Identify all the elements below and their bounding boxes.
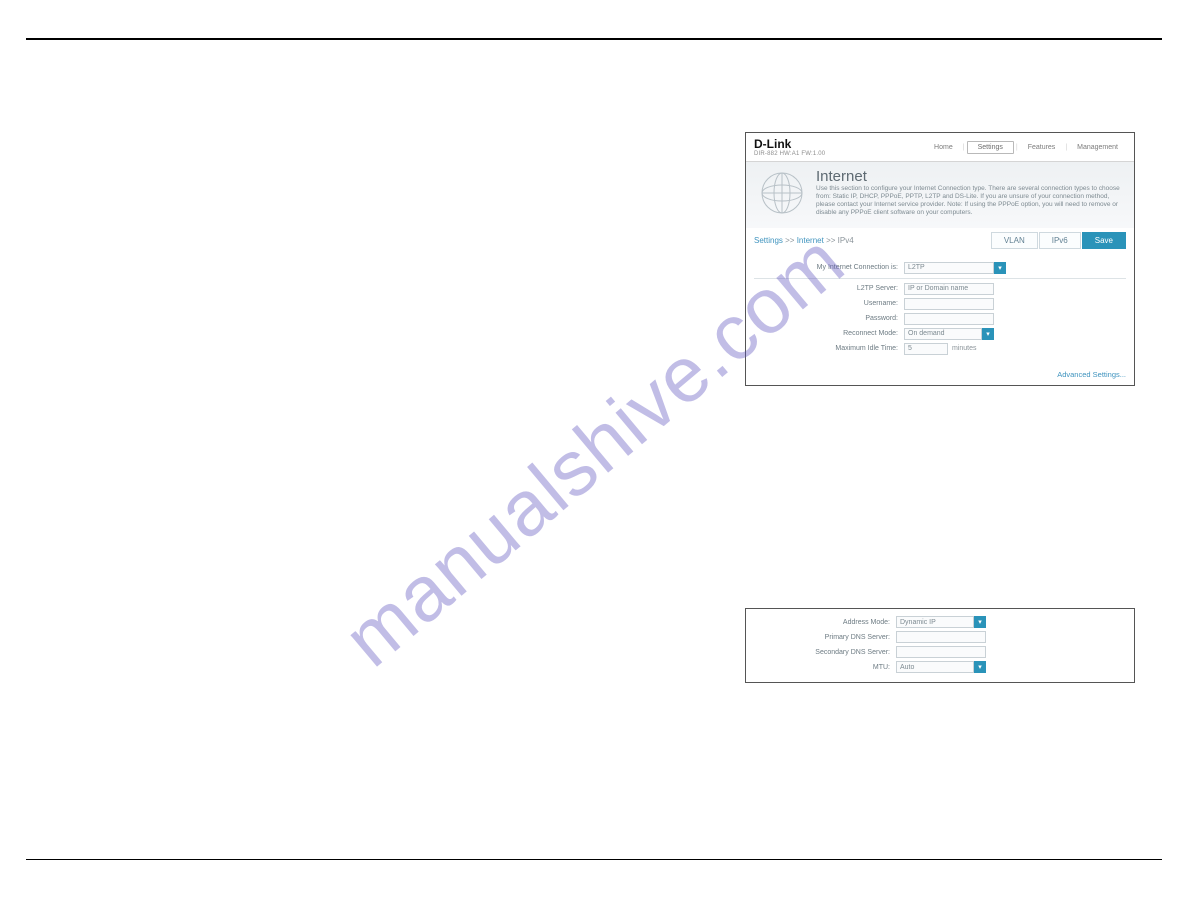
l2tp-server-label: L2TP Server: [754,285,904,292]
brand-logo: D-Link [754,137,825,151]
globe-icon [754,168,810,218]
divider [754,278,1126,279]
firmware-text: DIR-882 HW:A1 FW:1.00 [754,151,825,157]
chevron-down-icon: ▾ [994,262,1006,274]
reconnect-label: Reconnect Mode: [754,330,904,337]
primary-dns-input[interactable] [896,631,986,643]
hero-description: Use this section to configure your Inter… [816,185,1126,218]
connection-value: L2TP [904,262,994,274]
hero: Internet Use this section to configure y… [746,162,1134,228]
address-mode-label: Address Mode: [746,619,896,626]
vlan-button[interactable]: VLAN [991,232,1038,249]
ipv6-button[interactable]: IPv6 [1039,232,1081,249]
advanced-settings-screenshot: Address Mode: Dynamic IP ▾ Primary DNS S… [745,608,1135,683]
nav-settings[interactable]: Settings [967,141,1014,154]
router-header: D-Link DIR-882 HW:A1 FW:1.00 Home | Sett… [746,133,1134,162]
l2tp-server-input[interactable]: IP or Domain name [904,283,994,295]
hero-title: Internet [816,168,1126,185]
nav-sep: | [961,144,967,151]
mtu-value: Auto [896,661,974,673]
chevron-down-icon: ▾ [974,661,986,673]
reconnect-select[interactable]: On demand ▾ [904,328,994,340]
crumb-settings[interactable]: Settings [754,236,783,245]
mtu-select[interactable]: Auto ▾ [896,661,986,673]
password-input[interactable] [904,313,994,325]
username-input[interactable] [904,298,994,310]
router-settings-screenshot: D-Link DIR-882 HW:A1 FW:1.00 Home | Sett… [745,132,1135,386]
secondary-dns-input[interactable] [896,646,986,658]
bottom-rule [26,859,1162,860]
address-mode-value: Dynamic IP [896,616,974,628]
connection-select[interactable]: L2TP ▾ [904,262,1006,274]
address-mode-select[interactable]: Dynamic IP ▾ [896,616,986,628]
nav-home[interactable]: Home [926,142,961,153]
reconnect-value: On demand [904,328,982,340]
nav-features[interactable]: Features [1020,142,1064,153]
chevron-down-icon: ▾ [974,616,986,628]
advanced-settings-link[interactable]: Advanced Settings... [746,366,1134,385]
primary-dns-label: Primary DNS Server: [746,634,896,641]
crumb-ipv4: IPv4 [838,236,854,245]
mtu-label: MTU: [746,664,896,671]
top-nav: Home | Settings | Features | Management [926,141,1126,154]
top-rule [26,38,1162,40]
crumb-internet[interactable]: Internet [797,236,824,245]
idle-label: Maximum Idle Time: [754,345,904,352]
secondary-dns-label: Secondary DNS Server: [746,649,896,656]
chevron-down-icon: ▾ [982,328,994,340]
idle-input[interactable]: 5 [904,343,948,355]
username-label: Username: [754,300,904,307]
nav-management[interactable]: Management [1069,142,1126,153]
idle-suffix: minutes [952,345,977,352]
breadcrumb: Settings >> Internet >> IPv4 [754,236,854,245]
save-button[interactable]: Save [1082,232,1126,249]
connection-label: My Internet Connection is: [754,264,904,271]
password-label: Password: [754,315,904,322]
